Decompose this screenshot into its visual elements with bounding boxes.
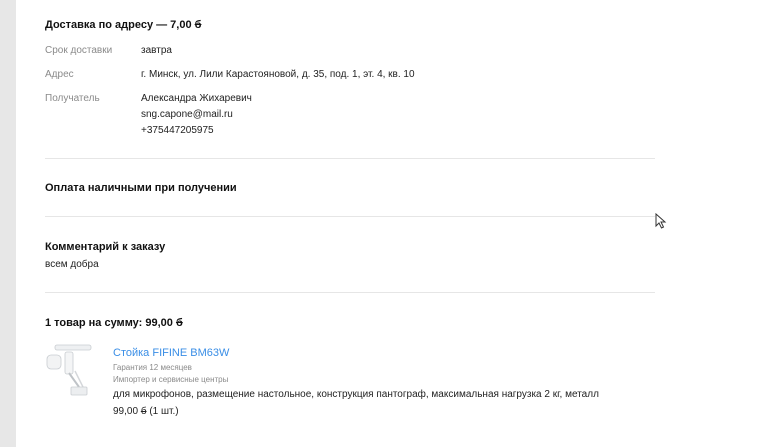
- order-summary: 1 товар на сумму: 99,00 б: [45, 317, 183, 329]
- address-label: Адрес: [45, 69, 74, 80]
- comment-title: Комментарий к заказу: [45, 241, 166, 253]
- section-divider: [45, 292, 655, 293]
- product-price: 99,00 б (1 шт.): [113, 406, 179, 417]
- left-scroll-rail: [0, 0, 16, 447]
- order-summary-text: 1 товар на сумму: 99,00: [45, 317, 173, 329]
- order-currency-symbol: б: [175, 317, 183, 329]
- product-quantity: (1 шт.): [149, 406, 179, 417]
- product-thumbnail[interactable]: [45, 343, 97, 401]
- product-name-link[interactable]: Стойка FIFINE BM63W: [113, 347, 229, 359]
- delivery-title: Доставка по адресу — 7,00 б: [45, 19, 201, 31]
- section-divider: [45, 216, 655, 217]
- recipient-email: sng.capone@mail.ru: [141, 109, 233, 120]
- comment-text: всем добра: [45, 259, 99, 270]
- recipient-label: Получатель: [45, 93, 100, 104]
- product-importer-link[interactable]: Импортер и сервисные центры: [113, 375, 228, 384]
- payment-title: Оплата наличными при получении: [45, 182, 237, 194]
- mouse-cursor-icon: [655, 213, 667, 229]
- product-price-value: 99,00: [113, 406, 139, 417]
- delivery-term-label: Срок доставки: [45, 45, 113, 56]
- delivery-title-text: Доставка по адресу — 7,00: [45, 19, 192, 31]
- mic-stand-image: [46, 344, 92, 396]
- delivery-term-value: завтра: [141, 45, 172, 56]
- recipient-name: Александра Жихаревич: [141, 93, 252, 104]
- product-description: для микрофонов, размещение настольное, к…: [113, 389, 599, 400]
- address-value: г. Минск, ул. Лили Карастояновой, д. 35,…: [141, 69, 415, 80]
- section-divider: [45, 158, 655, 159]
- product-warranty: Гарантия 12 месяцев: [113, 363, 192, 372]
- product-currency-symbol: б: [140, 406, 147, 417]
- recipient-phone: +375447205975: [141, 125, 214, 136]
- delivery-currency-symbol: б: [194, 19, 202, 31]
